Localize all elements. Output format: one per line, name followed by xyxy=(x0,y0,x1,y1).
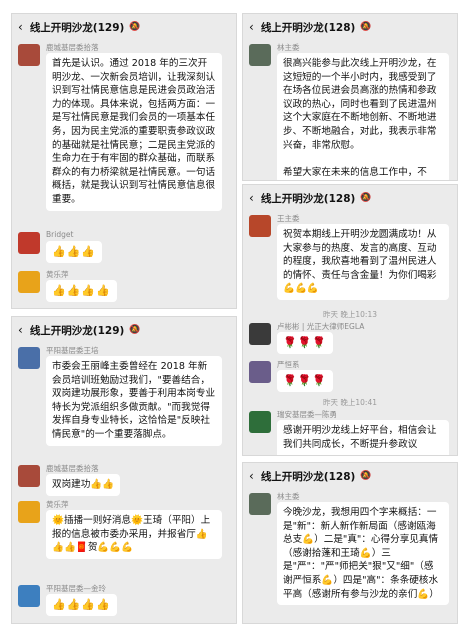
message-bubble[interactable]: 市委会王丽峰主委曾经在 2018 年新会员培训班勉励过我们，"要善结合，双岗建功… xyxy=(46,356,222,446)
message-bubble[interactable]: 👍👍👍👍 xyxy=(46,280,117,302)
sender-name: 鹿城基层委拾落 xyxy=(46,43,99,52)
chat-panel-1: ‹ 线上开明沙龙(129) 🔕 鹿城基层委拾落 首先是认识。通过 2018 年的… xyxy=(11,13,237,309)
sender-name: 黄乐萍 xyxy=(46,270,69,279)
message-bubble[interactable]: 🌞插播一则好消息🌞王琦（平阳）上报的信息被市委办采用，并报省厅👍👍👍🧧贺💪💪💪 xyxy=(46,510,222,559)
chat-panel-3: ‹ 线上开明沙龙(128) 🔕 王主委 祝贺本期线上开明沙龙圆满成功！从大家参与… xyxy=(242,184,458,456)
message-bubble[interactable]: 感谢开明沙龙线上好平台，相信会让我们共同成长，不断提升参政议 xyxy=(277,420,449,455)
sender-name: 平阳基层委—金玲 xyxy=(46,584,106,593)
back-icon[interactable]: ‹ xyxy=(18,20,23,34)
avatar[interactable] xyxy=(18,501,40,523)
timestamp: 昨天 晚上10:13 xyxy=(323,310,377,319)
back-icon[interactable]: ‹ xyxy=(249,191,254,205)
sender-name: 平阳基层委王培 xyxy=(46,346,99,355)
sender-name: 严恒系 xyxy=(277,360,300,369)
message-bubble[interactable]: 祝贺本期线上开明沙龙圆满成功！从大家参与的热度、发言的高度、互动的程度，我欣喜地… xyxy=(277,224,449,300)
avatar[interactable] xyxy=(18,232,40,254)
avatar[interactable] xyxy=(249,411,271,433)
chat-header: ‹ 线上开明沙龙(128) 🔕 xyxy=(243,185,457,211)
message-bubble[interactable]: 很高兴能参与此次线上开明沙龙，在这短短的一个半小时内，我感受到了在场各位民进会员… xyxy=(277,53,449,180)
avatar[interactable] xyxy=(249,323,271,345)
message-bubble[interactable]: 双岗建功👍👍 xyxy=(46,474,121,496)
message-bubble[interactable]: 🌹🌹🌹 xyxy=(277,332,334,354)
chat-panel-5: ‹ 线上开明沙龙(128) 🔕 林主委 今晚沙龙，我想用四个字来概括：一是"新"… xyxy=(242,462,458,624)
mute-icon: 🔕 xyxy=(129,325,141,335)
avatar[interactable] xyxy=(18,465,40,487)
sender-name: 瑞安基层委—陈勇 xyxy=(277,410,337,419)
mute-icon: 🔕 xyxy=(360,22,372,32)
sender-name: 林主委 xyxy=(277,492,300,501)
chat-title: 线上开明沙龙(128) xyxy=(260,470,356,483)
message-bubble[interactable]: 今晚沙龙，我想用四个字来概括：一是"新"：新人新作新局面（感谢瓯海总支💪）二是"… xyxy=(277,502,449,606)
chat-title: 线上开明沙龙(129) xyxy=(29,21,125,34)
avatar[interactable] xyxy=(18,347,40,369)
avatar[interactable] xyxy=(18,44,40,66)
avatar[interactable] xyxy=(18,585,40,607)
chat-header: ‹ 线上开明沙龙(129) 🔕 xyxy=(12,14,236,40)
chat-panel-2: ‹ 线上开明沙龙(128) 🔕 林主委 很高兴能参与此次线上开明沙龙，在这短短的… xyxy=(242,13,458,181)
chat-title: 线上开明沙龙(129) xyxy=(29,324,125,337)
avatar[interactable] xyxy=(249,361,271,383)
chat-title: 线上开明沙龙(128) xyxy=(260,21,356,34)
chat-header: ‹ 线上开明沙龙(128) 🔕 xyxy=(243,14,457,40)
sender-name: 黄乐萍 xyxy=(46,500,69,509)
back-icon[interactable]: ‹ xyxy=(249,20,254,34)
chat-header: ‹ 线上开明沙龙(129) 🔕 xyxy=(12,317,236,343)
avatar[interactable] xyxy=(18,271,40,293)
chat-panel-4: ‹ 线上开明沙龙(129) 🔕 平阳基层委王培 市委会王丽峰主委曾经在 2018… xyxy=(11,316,237,624)
back-icon[interactable]: ‹ xyxy=(18,323,23,337)
chat-header: ‹ 线上开明沙龙(128) 🔕 xyxy=(243,463,457,489)
message-bubble[interactable]: 🌹🌹🌹 xyxy=(277,370,334,392)
mute-icon: 🔕 xyxy=(129,22,141,32)
sender-name: Bridget xyxy=(46,230,74,239)
avatar[interactable] xyxy=(249,493,271,515)
sender-name: 林主委 xyxy=(277,43,300,52)
avatar[interactable] xyxy=(249,44,271,66)
sender-name: 鹿城基层委拾落 xyxy=(46,464,99,473)
mute-icon: 🔕 xyxy=(360,193,372,203)
back-icon[interactable]: ‹ xyxy=(249,469,254,483)
avatar[interactable] xyxy=(249,215,271,237)
chat-title: 线上开明沙龙(128) xyxy=(260,192,356,205)
sender-name: 王主委 xyxy=(277,214,300,223)
timestamp: 昨天 晚上10:41 xyxy=(323,398,377,407)
sender-name: 卢彬彬 | 光正大律师EGLA xyxy=(277,322,365,331)
mute-icon: 🔕 xyxy=(360,471,372,481)
message-bubble[interactable]: 👍👍👍👍 xyxy=(46,594,117,616)
message-bubble[interactable]: 首先是认识。通过 2018 年的三次开明沙龙、一次新会员培训，让我深刻认识到写社… xyxy=(46,53,222,211)
message-bubble[interactable]: 👍👍👍 xyxy=(46,241,103,263)
